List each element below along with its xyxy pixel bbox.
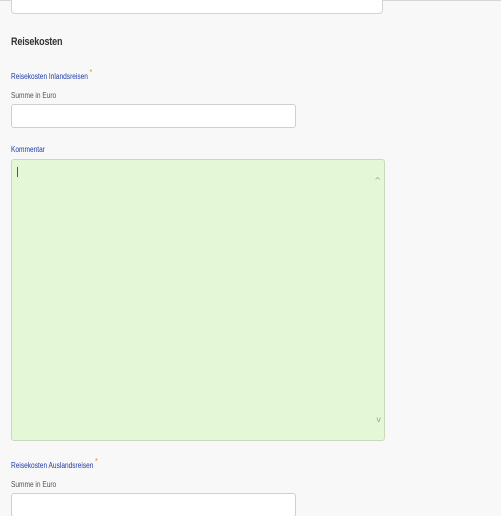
foreign-cost-hint: Summe in Euro [11,480,57,489]
comment-label: Kommentar [11,145,45,154]
inland-cost-hint: Summe in Euro [11,91,57,100]
inland-cost-label: Reisekosten Inlandsreisen * [11,68,92,81]
foreign-cost-label: Reisekosten Auslandsreisen * [11,457,98,470]
required-marker: * [89,68,93,77]
inland-cost-input[interactable] [11,104,296,128]
text-caret [17,167,18,177]
scroll-up-icon[interactable]: ^ [374,176,381,185]
comment-textarea[interactable]: ^ v [11,159,385,441]
previous-field-input[interactable] [11,0,383,14]
scroll-down-icon[interactable]: v [376,415,381,424]
foreign-cost-label-text: Reisekosten Auslandsreisen [11,461,94,470]
foreign-cost-input[interactable] [11,493,296,516]
required-marker: * [95,457,98,466]
section-title: Reisekosten [11,36,63,48]
inland-cost-label-text: Reisekosten Inlandsreisen [11,72,88,81]
page: Reisekosten Reisekosten Inlandsreisen * S… [0,0,501,516]
